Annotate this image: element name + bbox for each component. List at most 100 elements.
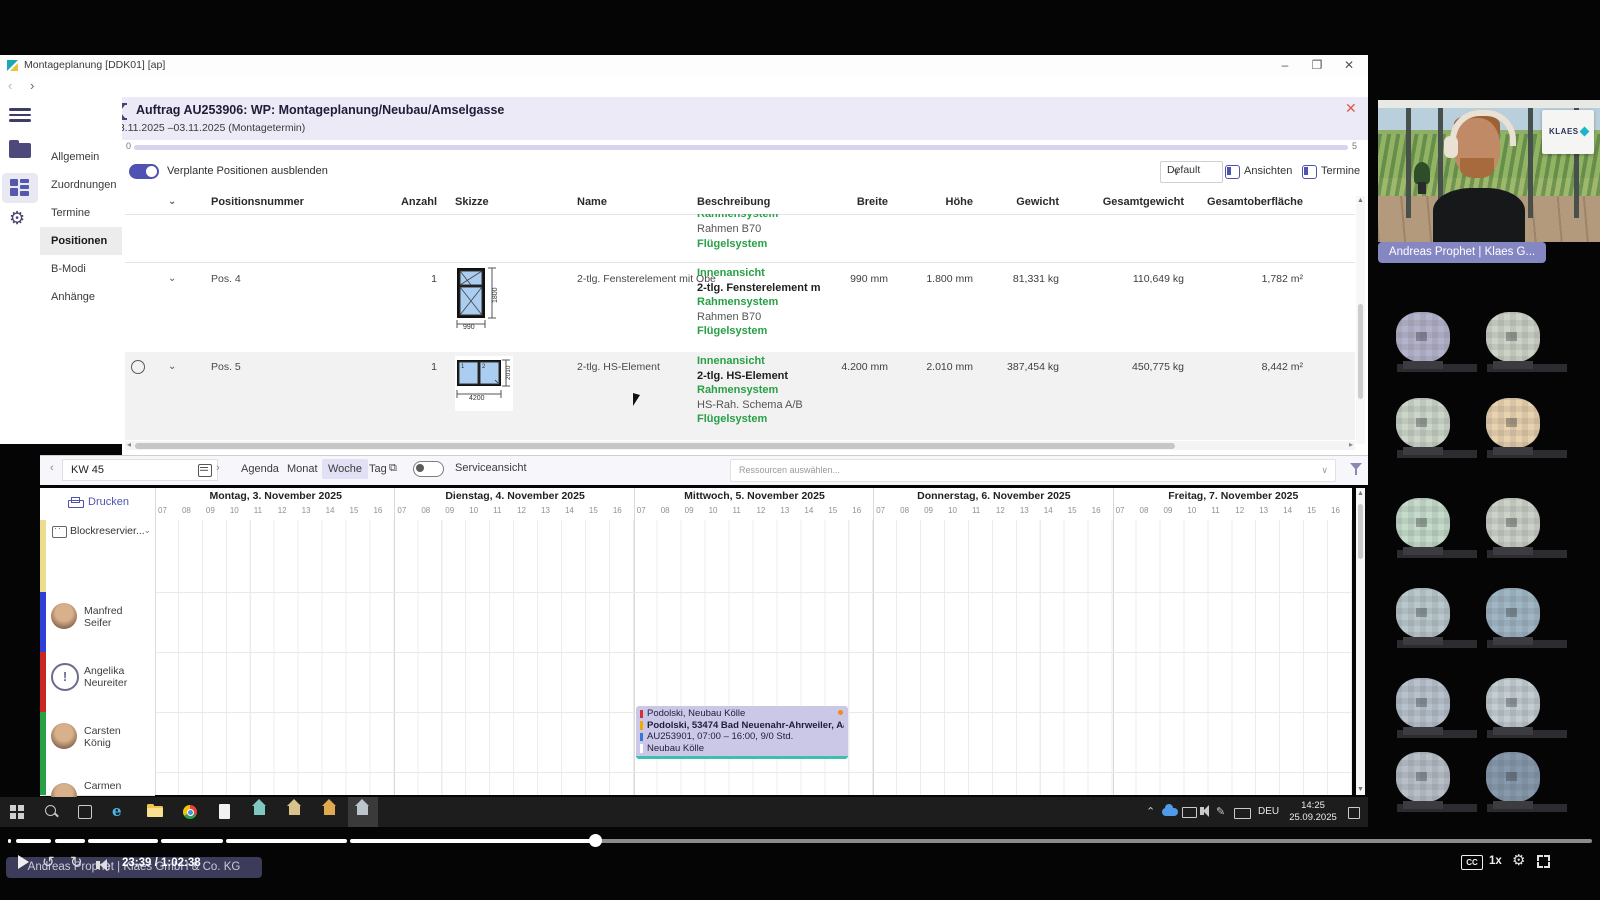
hour-label: 07: [158, 506, 167, 515]
notification-icon[interactable]: [1348, 807, 1360, 819]
hour-label: 12: [1235, 506, 1244, 515]
day-label: Dienstag, 4. November 2025: [395, 490, 634, 502]
sidebar-item-anhänge[interactable]: Anhänge: [40, 283, 122, 311]
col-name[interactable]: Name: [577, 196, 607, 208]
cc-button[interactable]: CC: [1461, 855, 1483, 870]
serviceansicht-toggle[interactable]: [413, 461, 444, 477]
clock[interactable]: 14:25 25.09.2025: [1283, 800, 1343, 824]
termine-icon: [1302, 165, 1317, 179]
display-icon[interactable]: [1182, 807, 1197, 818]
resource-row[interactable]: Carmen: [40, 772, 155, 796]
col-positionsnummer[interactable]: Positionsnummer: [211, 196, 304, 208]
termine-button[interactable]: Termine: [1321, 165, 1360, 177]
chevron-down-icon[interactable]: ⌄: [143, 525, 151, 536]
svg-text:990: 990: [463, 324, 475, 330]
play-button[interactable]: [18, 855, 29, 869]
row-expand-icon[interactable]: ⌄: [168, 273, 176, 284]
app-icon-active[interactable]: [348, 797, 378, 827]
hour-label: 14: [804, 506, 813, 515]
nav-forward-icon[interactable]: ›: [30, 78, 34, 94]
chevron-down-icon[interactable]: ∨: [1321, 460, 1328, 481]
close-button[interactable]: ✕: [1341, 58, 1357, 72]
language-indicator[interactable]: DEU: [1258, 806, 1279, 817]
range-slider[interactable]: [134, 145, 1348, 150]
week-next-icon[interactable]: ›: [216, 462, 220, 474]
table-row-partial[interactable]: RahmensystemRahmen B70Flügelsystem: [125, 214, 1355, 262]
tab-woche[interactable]: Woche: [322, 459, 368, 479]
tab-monat[interactable]: Monat: [281, 459, 324, 479]
col-skizze[interactable]: Skizze: [455, 196, 489, 208]
resource-row[interactable]: Blockreservier...⌄: [40, 520, 155, 593]
table-row[interactable]: ⌄ Pos. 4 1 1800 990 2-tlg. Fensterelemen…: [125, 262, 1355, 352]
vertical-scrollbar[interactable]: ▲: [1356, 196, 1365, 444]
onedrive-icon[interactable]: [1162, 808, 1178, 816]
tab-agenda[interactable]: Agenda: [235, 459, 285, 479]
resource-row[interactable]: ManfredSeifer: [40, 592, 155, 653]
gear-icon[interactable]: ⚙: [9, 208, 25, 228]
sidebar-item-positionen[interactable]: Positionen: [40, 227, 122, 255]
resource-row[interactable]: CarstenKönig: [40, 712, 155, 773]
file-explorer-icon[interactable]: [140, 797, 170, 827]
start-button[interactable]: [2, 797, 32, 827]
event-line: Podolski, 53474 Bad Neuenahr-Ahrweiler, …: [640, 720, 844, 732]
keyboard-icon[interactable]: [1234, 808, 1251, 819]
folder-icon[interactable]: [9, 143, 31, 158]
horizontal-scrollbar[interactable]: ◂▸: [125, 441, 1355, 450]
hour-label: 10: [469, 506, 478, 515]
col-beschreibung[interactable]: Beschreibung: [697, 196, 770, 208]
menu-icon[interactable]: [9, 108, 31, 111]
tray-expand-icon[interactable]: ⌃: [1146, 805, 1155, 818]
row-expand-icon[interactable]: ⌄: [168, 361, 176, 372]
col-gesamtoberflaeche[interactable]: Gesamtoberfläche: [1183, 196, 1303, 208]
nav-row: [0, 76, 1368, 97]
hour-label: 09: [685, 506, 694, 515]
forward-10-button[interactable]: ↻: [70, 853, 83, 871]
filter-icon[interactable]: [1349, 462, 1363, 476]
sidebar-item-termine[interactable]: Termine: [40, 199, 122, 227]
edge-icon[interactable]: e: [105, 797, 135, 827]
ansichten-button[interactable]: Ansichten: [1244, 165, 1292, 177]
calendar-event[interactable]: ⌄ Podolski, Neubau KöllePodolski, 53474 …: [636, 706, 848, 759]
sidebar-item-allgemein[interactable]: Allgemein: [40, 143, 122, 171]
playhead[interactable]: [589, 834, 602, 847]
table-row[interactable]: ⌄ Pos. 5 1 1 2 2010 4200 2-tlg. HS-Eleme…: [125, 352, 1355, 440]
settings-gear-icon[interactable]: ⚙: [1512, 851, 1525, 869]
week-input[interactable]: KW 45: [62, 459, 218, 481]
minimize-button[interactable]: –: [1277, 58, 1293, 72]
search-icon[interactable]: [36, 797, 66, 827]
restore-button[interactable]: ❐: [1309, 58, 1325, 72]
description-line: Rahmensystem: [697, 383, 803, 398]
resource-select-input[interactable]: Ressourcen auswählen... ∨: [730, 459, 1336, 482]
collapse-icon[interactable]: ⌄: [168, 196, 176, 207]
col-gesamtgewicht[interactable]: Gesamtgewicht: [1064, 196, 1184, 208]
app-icon-1[interactable]: [245, 797, 275, 827]
volume-icon[interactable]: [1200, 807, 1204, 815]
hide-planned-toggle[interactable]: [129, 164, 159, 179]
col-gewicht[interactable]: Gewicht: [939, 196, 1059, 208]
gesamtgewicht-value: 110,649 kg: [1064, 273, 1184, 285]
expand-icon[interactable]: ⧉: [389, 462, 397, 475]
speed-button[interactable]: 1x: [1489, 855, 1502, 867]
sidebar-item-b-modi[interactable]: B-Modi: [40, 255, 122, 283]
day-header: Mittwoch, 5. November 202507080910111213…: [634, 488, 874, 520]
nav-back-icon[interactable]: ‹: [8, 78, 12, 94]
rewind-10-button[interactable]: ↺: [42, 853, 55, 871]
app-icon-2[interactable]: [280, 797, 310, 827]
pen-icon[interactable]: ✎: [1216, 805, 1225, 818]
row-radio[interactable]: [131, 360, 145, 374]
position-number: Pos. 4: [211, 273, 241, 285]
chrome-icon[interactable]: [175, 797, 205, 827]
app-icon-3[interactable]: [315, 797, 345, 827]
volume-button[interactable]: ): [96, 856, 110, 874]
task-view-icon[interactable]: [70, 797, 100, 827]
fullscreen-button[interactable]: [1537, 855, 1550, 868]
calendar-vertical-scrollbar[interactable]: ▲▼: [1356, 488, 1365, 795]
order-close-icon[interactable]: ✕: [1345, 100, 1357, 117]
resource-row[interactable]: !AngelikaNeureiter: [40, 652, 155, 713]
sidebar-item-zuordnungen[interactable]: Zuordnungen: [40, 171, 122, 199]
calendar-icon[interactable]: [198, 464, 212, 477]
document-app-icon[interactable]: [210, 797, 240, 827]
col-anzahl[interactable]: Anzahl: [365, 196, 437, 208]
week-prev-icon[interactable]: ‹: [50, 462, 54, 474]
print-button[interactable]: Drucken: [88, 496, 129, 508]
